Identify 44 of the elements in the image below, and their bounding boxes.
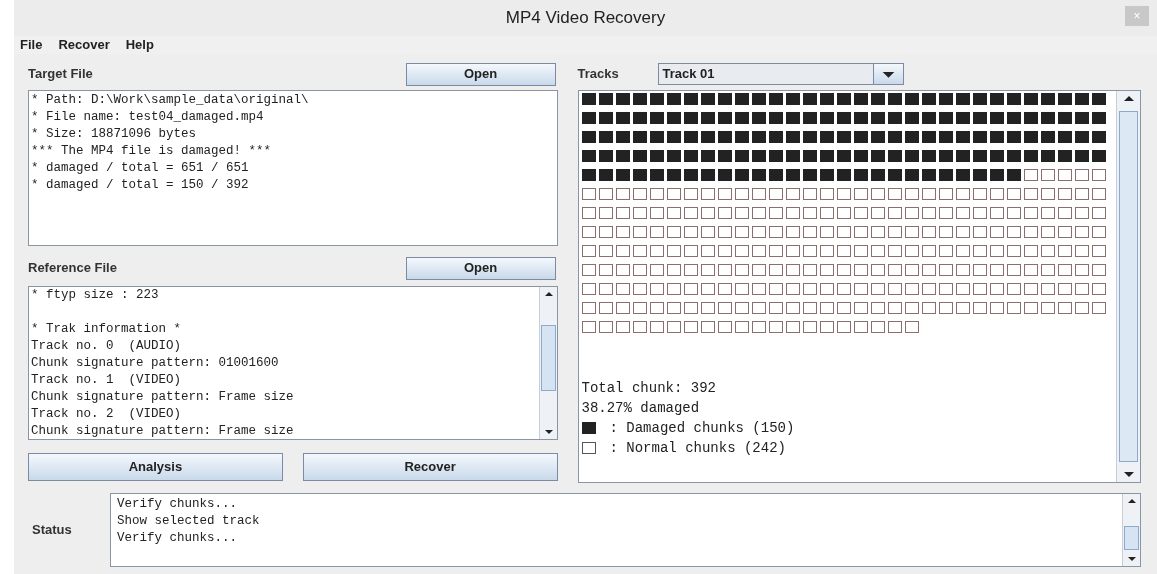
track-dropdown[interactable]: Track 01: [657, 63, 904, 85]
scrollbar[interactable]: [1122, 494, 1140, 566]
status-label: Status: [32, 521, 73, 540]
menu-item[interactable]: Help: [123, 35, 156, 55]
open-button[interactable]: Open: [405, 62, 556, 86]
text-line: Track no. 2 (VIDEO): [31, 406, 183, 423]
log-line: Verify chunks...: [117, 496, 239, 513]
scrollbar[interactable]: [538, 287, 557, 439]
text-line: * Size: 18871096 bytes: [31, 126, 198, 143]
text-line: Chunk signature pattern: 01001600: [31, 355, 280, 372]
log-line: Verify chunks...: [117, 530, 239, 547]
text-area[interactable]: [28, 286, 558, 440]
text-line: * File name: test04_damaged.mp4: [31, 109, 265, 126]
text-line: Track no. 0 (AUDIO): [31, 338, 183, 355]
scroll-thumb[interactable]: [540, 325, 556, 391]
section-label: Target File: [28, 65, 93, 84]
legend-text: : Normal chunks (242): [609, 439, 786, 458]
text-line: Chunk signature pattern: Frame size: [31, 389, 295, 406]
text-line: Track no. 1 (VIDEO): [31, 372, 183, 389]
scroll-thumb[interactable]: [1124, 526, 1139, 550]
text-line: *** The MP4 file is damaged! ***: [31, 143, 273, 160]
dropdown-value: Track 01: [661, 65, 716, 83]
legend-text: : Damaged chunks (150): [609, 419, 795, 438]
menu-item[interactable]: Recover: [56, 35, 112, 55]
text-line: * damaged / total = 651 / 651: [31, 160, 250, 177]
menu-item[interactable]: File: [18, 35, 45, 55]
text-line: * Path: D:\Work\sample_data\original\: [31, 92, 310, 109]
window-title: MP4 Video Recovery: [505, 7, 666, 30]
action-button[interactable]: Recover: [302, 453, 558, 481]
summary-text: 38.27% damaged: [581, 399, 701, 418]
action-button[interactable]: Analysis: [28, 453, 283, 481]
summary-text: Total chunk: 392: [581, 379, 717, 398]
text-line: Chunk signature pattern: Frame size: [31, 423, 295, 439]
caret-icon[interactable]: [872, 64, 903, 84]
text-line: * damaged / total = 150 / 392: [31, 177, 250, 194]
tracks-label: Tracks: [577, 65, 620, 84]
log-line: Show selected track: [117, 513, 261, 530]
scroll-thumb[interactable]: [1119, 111, 1138, 462]
scrollbar[interactable]: [1116, 91, 1140, 482]
text-area[interactable]: * Path: D:\Work\sample_data\original\ * File name: test04_damaged.mp4 * Size: 18871096 bytes *** The MP4 file is damaged! *** * damaged / total = 651 / 651 * damaged / total = 150 / 392: [28, 90, 558, 246]
section-label: Reference File: [28, 259, 117, 278]
text-line: * ftyp size : 223: [31, 287, 160, 304]
text-line: * Trak information *: [31, 321, 183, 338]
open-button[interactable]: Open: [405, 256, 556, 280]
